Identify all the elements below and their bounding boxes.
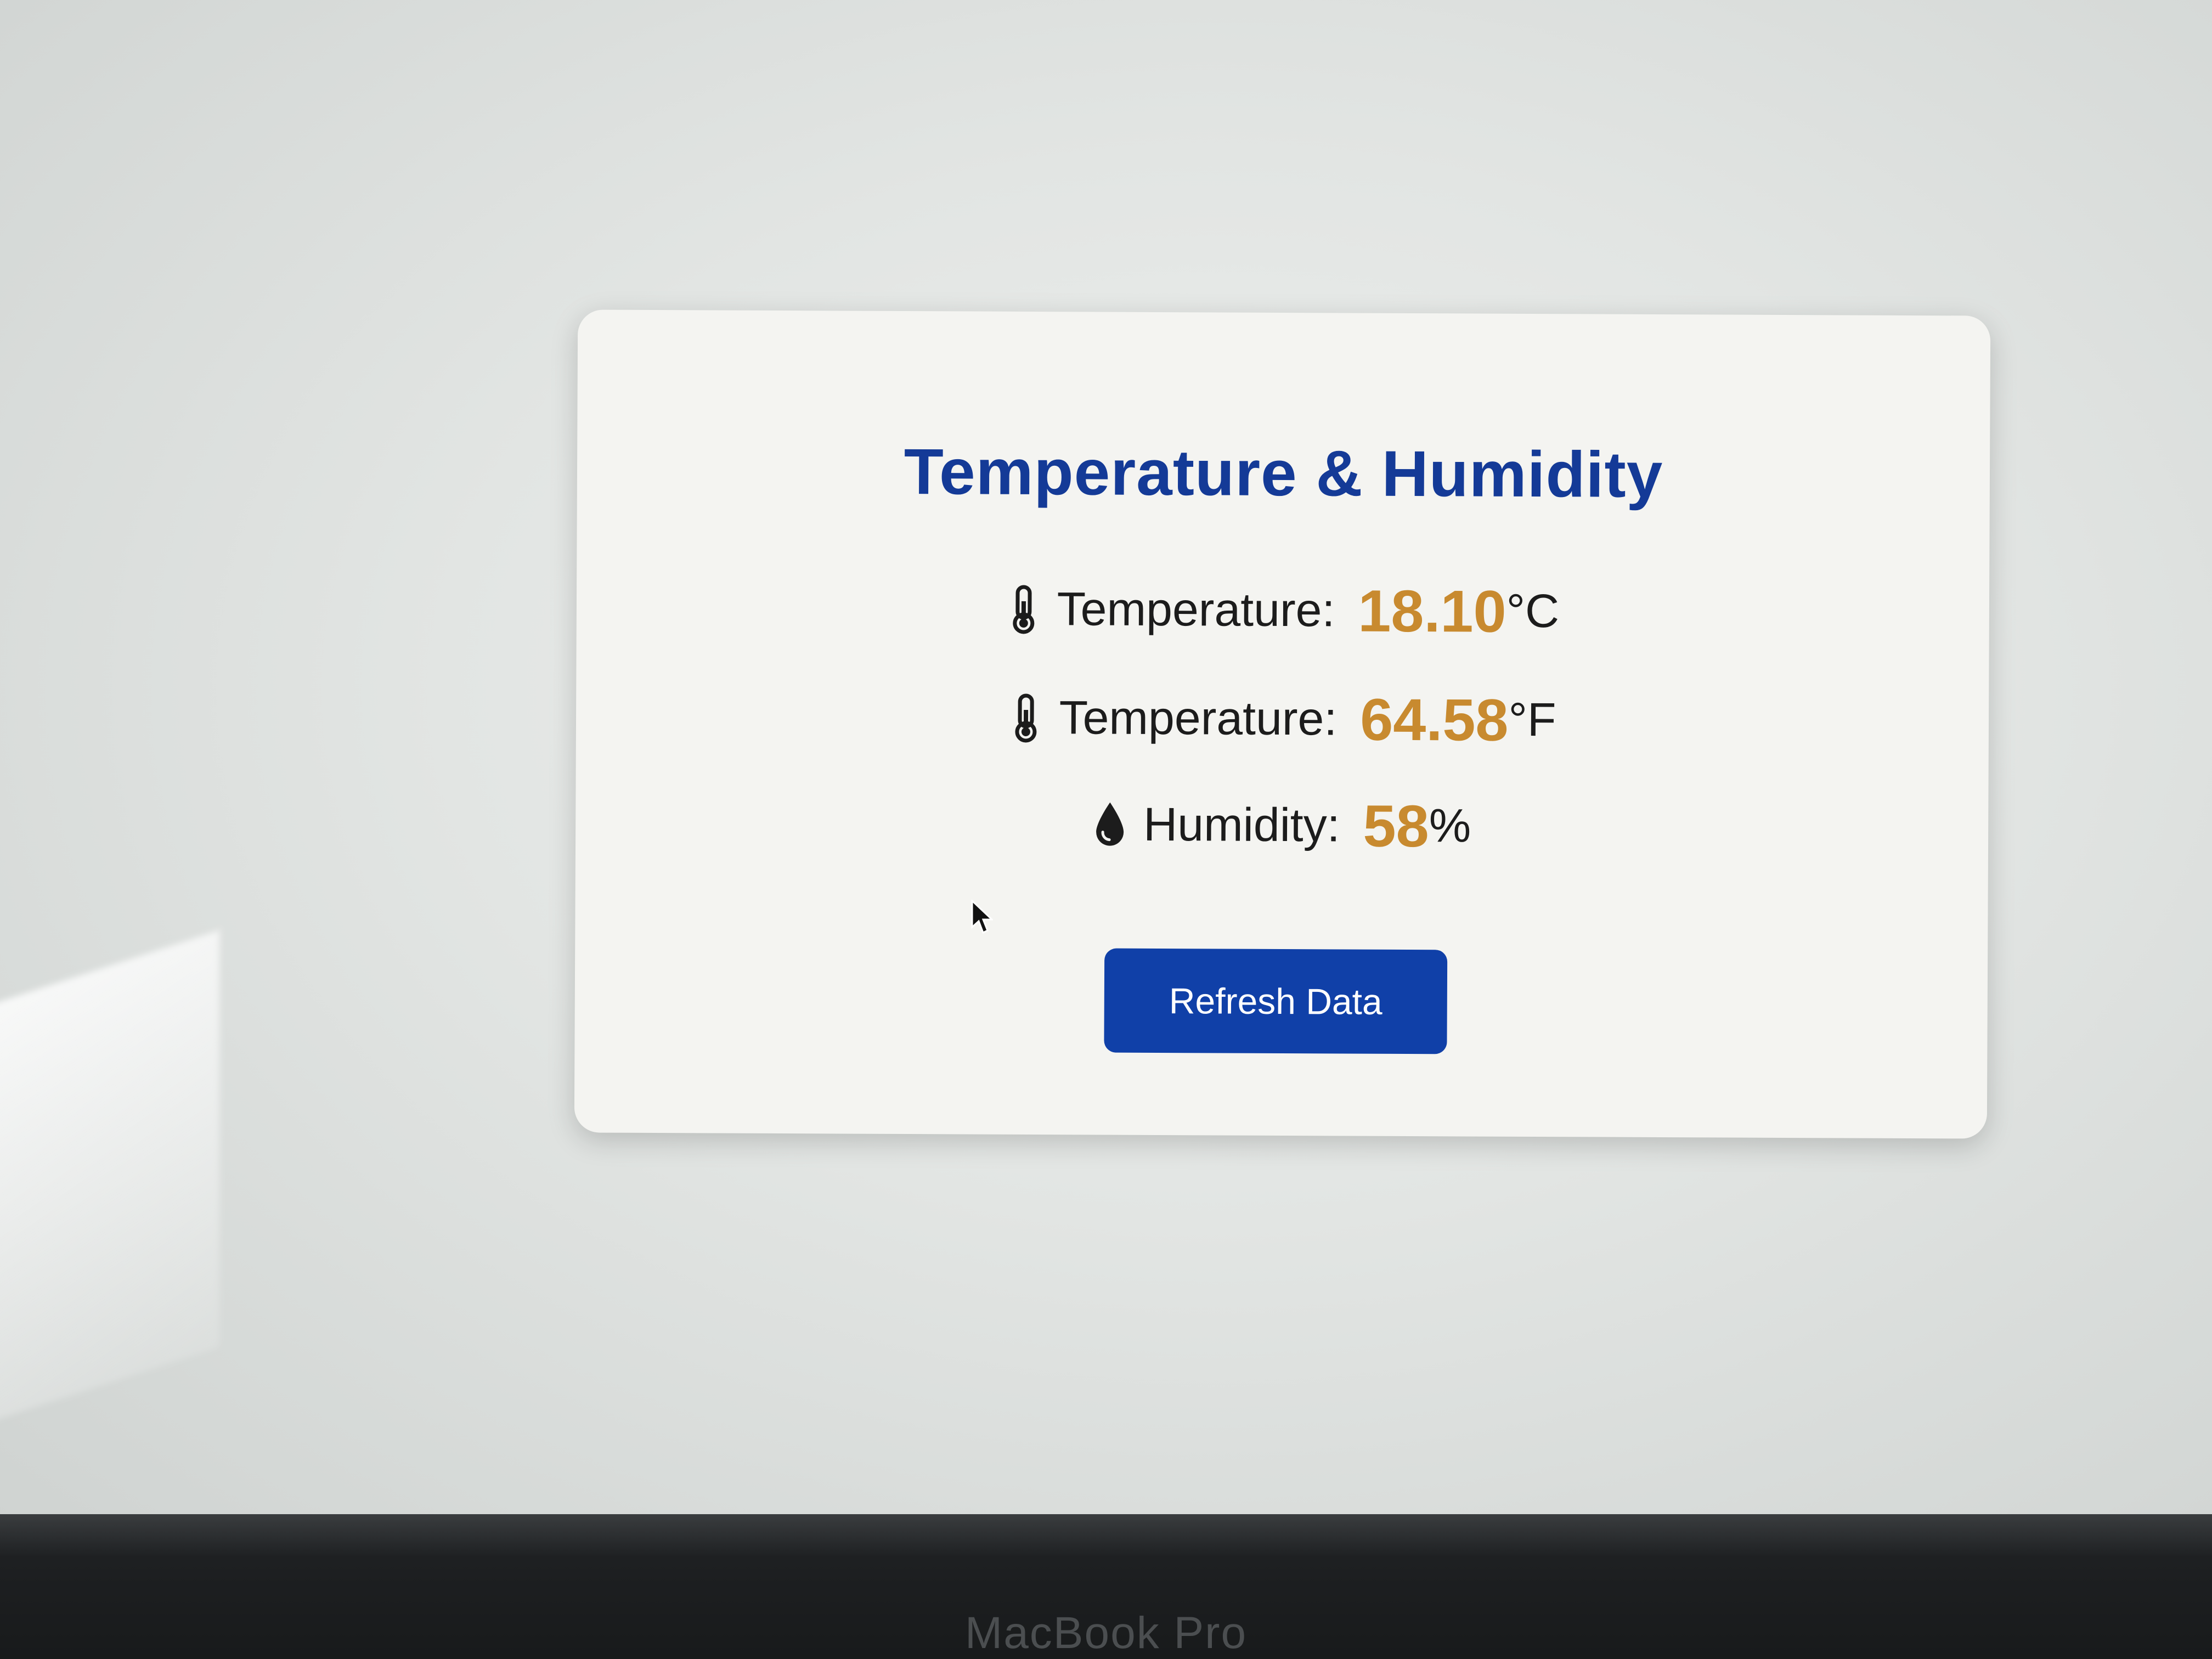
temperature-celsius-row: Temperature: 18.10 °C (577, 573, 1990, 647)
water-drop-icon (1093, 798, 1127, 851)
refresh-data-button[interactable]: Refresh Data (1104, 948, 1448, 1054)
browser-viewport: Temperature & Humidity Temperature: 18.1… (0, 0, 2212, 1531)
fahrenheit-unit: °F (1508, 693, 1556, 747)
temperature-fahrenheit-value: 64.58 (1360, 686, 1509, 753)
device-brand-label: MacBook Pro (964, 1608, 1248, 1658)
screen-glare (0, 930, 219, 1440)
humidity-row: Humidity: 58 % (575, 788, 1989, 862)
humidity-label: Humidity: (1143, 798, 1340, 852)
temperature-fahrenheit-row: Temperature: 64.58 °F (576, 681, 1989, 756)
temperature-celsius-value: 18.10 (1358, 577, 1506, 645)
celsius-unit: °C (1506, 584, 1560, 638)
card-title: Temperature & Humidity (904, 435, 1663, 512)
thermometer-icon (1008, 691, 1042, 744)
humidity-value: 58 (1363, 792, 1429, 860)
thermometer-icon (1006, 583, 1040, 635)
temperature-label: Temperature: (1059, 691, 1338, 746)
temperature-label: Temperature: (1057, 583, 1335, 637)
mouse-pointer-icon (971, 900, 993, 934)
percent-unit: % (1429, 799, 1471, 853)
sensor-card: Temperature & Humidity Temperature: 18.1… (574, 309, 1991, 1139)
